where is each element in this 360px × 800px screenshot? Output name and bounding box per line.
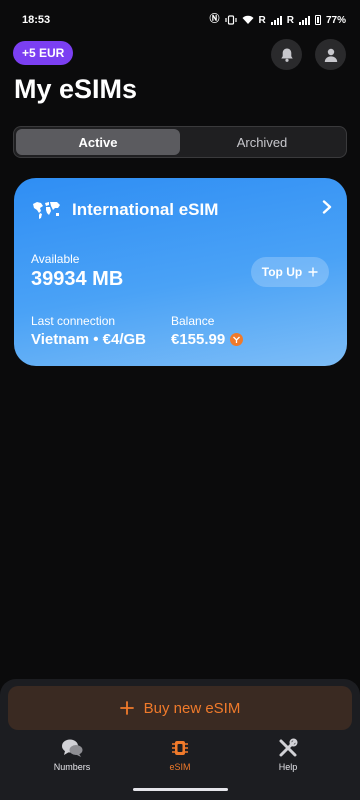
tab-archived[interactable]: Archived — [180, 129, 344, 155]
world-map-icon — [33, 202, 60, 219]
nfc-icon: Ⓝ — [209, 14, 220, 25]
profile-icon — [324, 48, 337, 62]
nav-help-label: Help — [278, 762, 298, 772]
battery-percent: 77% — [325, 14, 346, 26]
bell-icon — [280, 48, 293, 62]
wifi-icon — [242, 15, 254, 24]
notifications-button[interactable] — [271, 39, 302, 70]
roaming-label: R — [286, 14, 294, 26]
last-connection-label: Last connection — [31, 314, 116, 328]
promo-badge[interactable]: +5 EUR — [13, 41, 74, 65]
last-connection-value: Vietnam • €4/GB — [31, 331, 147, 348]
esim-tabs: Active Archived — [13, 126, 347, 158]
plus-icon — [119, 701, 134, 715]
nav-help[interactable]: Help — [248, 738, 328, 772]
top-up-label: Top Up — [261, 265, 303, 279]
esim-card-title: International eSIM — [72, 200, 219, 219]
buy-new-esim-button[interactable]: Buy new eSIM — [8, 686, 352, 730]
balance-label: Balance — [171, 314, 215, 328]
nav-numbers[interactable]: Numbers — [32, 738, 112, 772]
home-indicator[interactable] — [133, 788, 228, 791]
battery-icon — [314, 15, 321, 25]
plus-icon — [308, 267, 318, 277]
esim-card[interactable]: International eSIM Available 39934 MB To… — [14, 178, 347, 366]
status-time: 18:53 — [22, 14, 51, 26]
page-title: My eSIMs — [14, 74, 138, 104]
coin-icon — [230, 333, 244, 346]
signal-icon — [298, 15, 310, 25]
bottom-nav: Numbers eSIM Help — [0, 738, 360, 784]
chat-bubbles-icon — [62, 739, 83, 757]
top-up-button[interactable]: Top Up — [251, 257, 329, 287]
buy-new-esim-label: Buy new eSIM — [143, 699, 241, 717]
profile-button[interactable] — [315, 39, 346, 70]
available-value: 39934 MB — [31, 268, 124, 290]
nav-esim-label: eSIM — [169, 762, 191, 772]
nav-numbers-label: Numbers — [53, 762, 91, 772]
roaming-label: R — [258, 14, 266, 26]
chip-icon — [172, 741, 188, 755]
status-bar: 18:53 Ⓝ R R 77% — [0, 0, 360, 40]
signal-icon — [270, 15, 282, 25]
status-icons: Ⓝ R R 77% — [210, 15, 346, 26]
tools-icon — [279, 738, 298, 757]
tab-active[interactable]: Active — [16, 129, 180, 155]
balance-value: €155.99 — [171, 331, 226, 348]
vibrate-icon — [224, 15, 237, 25]
available-label: Available — [31, 252, 80, 266]
balance-row: €155.99 — [171, 331, 244, 348]
nav-esim[interactable]: eSIM — [140, 738, 220, 772]
chevron-right-icon — [322, 200, 332, 214]
